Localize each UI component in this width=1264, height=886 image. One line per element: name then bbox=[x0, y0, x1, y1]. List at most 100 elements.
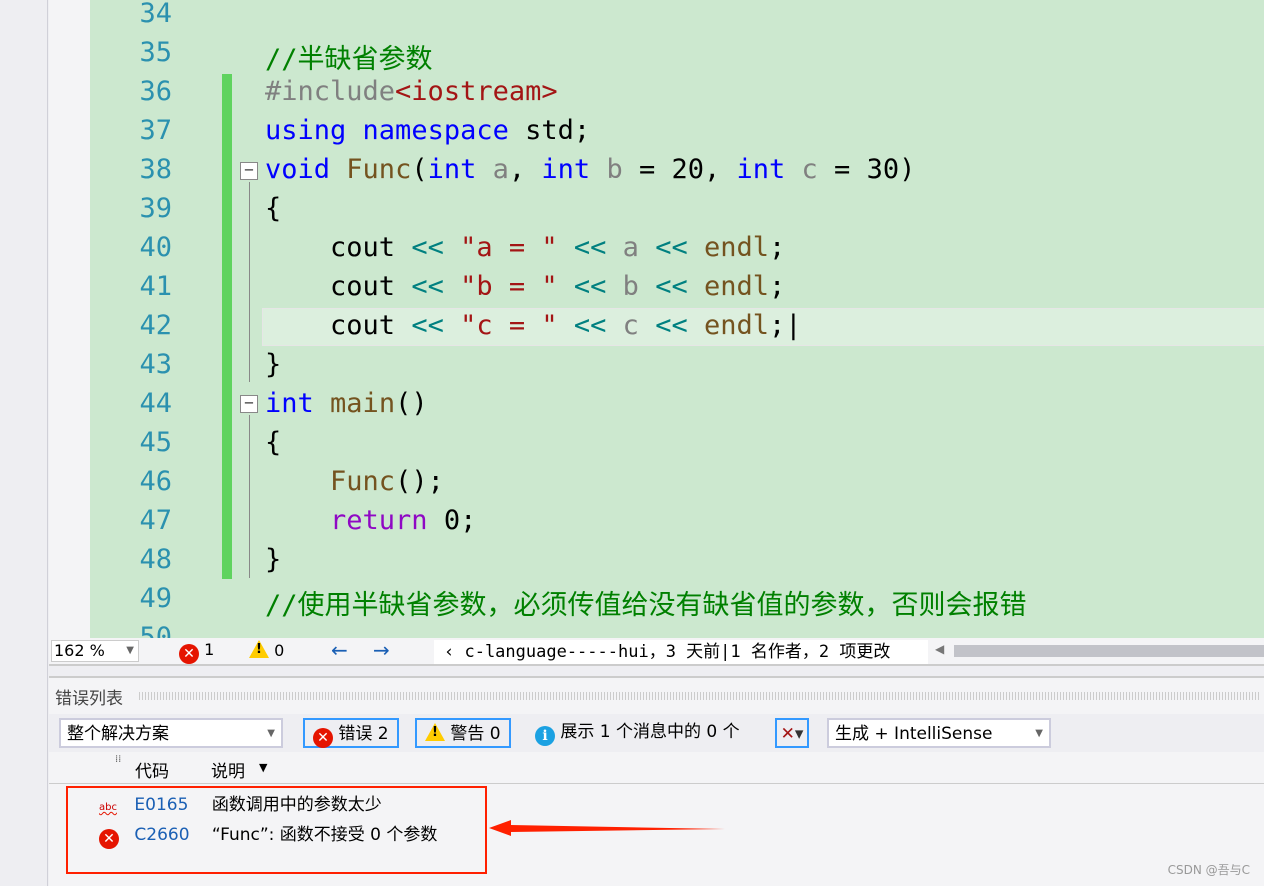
error-list-toolbar: 整个解决方案▼ ✕ 错误 2 警告 0 i 展示 1 个消息中的 0 个 ✕▾ … bbox=[49, 714, 1264, 752]
warning-icon bbox=[425, 723, 445, 741]
code-token: //半缺省参数 bbox=[265, 44, 433, 75]
line-number: 47 bbox=[139, 505, 172, 536]
panel-grip[interactable] bbox=[139, 692, 1259, 700]
warning-count[interactable]: 0 bbox=[249, 640, 284, 660]
chevron-down-icon: ▼ bbox=[267, 728, 275, 739]
code-token: } bbox=[265, 544, 282, 575]
errors-filter-button[interactable]: ✕ 错误 2 bbox=[303, 718, 399, 748]
code-token: (); bbox=[395, 466, 444, 497]
line-number: 49 bbox=[139, 583, 172, 614]
code-line[interactable]: } bbox=[265, 544, 281, 575]
code-line[interactable]: void Func(int a, int b = 20, int c = 30) bbox=[265, 154, 915, 185]
code-line[interactable]: return 0; bbox=[265, 505, 476, 536]
code-line[interactable]: using namespace std; bbox=[265, 115, 590, 146]
error-icon: ✕ bbox=[179, 644, 199, 664]
code-token: int bbox=[427, 154, 477, 185]
line-number: 50 bbox=[139, 622, 172, 638]
code-token: cout bbox=[265, 232, 412, 263]
line-number: 41 bbox=[139, 271, 172, 302]
code-line[interactable]: cout << "b = " << b << endl; bbox=[265, 271, 785, 302]
code-token: << bbox=[655, 232, 688, 263]
code-token: << bbox=[655, 271, 688, 302]
horizontal-scrollbar[interactable] bbox=[954, 645, 1264, 657]
zoom-select[interactable]: 162 % ▼ bbox=[51, 640, 139, 662]
line-number: 36 bbox=[139, 76, 172, 107]
code-line[interactable]: //使用半缺省参数，必须传值给没有缺省值的参数，否则会报错 bbox=[265, 583, 1027, 622]
code-token: c bbox=[785, 154, 818, 185]
warnings-filter-button[interactable]: 警告 0 bbox=[415, 718, 511, 748]
source-value: 生成 + IntelliSense bbox=[835, 724, 993, 744]
code-token: << bbox=[573, 271, 607, 302]
code-token: << bbox=[655, 310, 688, 341]
code-token: = 20, bbox=[622, 154, 737, 185]
code-editor[interactable]: − − 34 35 //半缺省参数 36 #include<iostream> 37 usi… bbox=[90, 0, 1264, 638]
code-token: << bbox=[573, 310, 607, 341]
code-token: = 30) bbox=[817, 154, 916, 185]
line-number: 38 bbox=[139, 154, 172, 185]
code-line[interactable]: Func(); bbox=[265, 466, 444, 497]
fold-toggle-main[interactable]: − bbox=[240, 395, 258, 413]
code-token: int bbox=[541, 154, 591, 185]
code-token: Func bbox=[330, 466, 396, 497]
filter-clear-icon: ✕▾ bbox=[780, 724, 804, 744]
error-count[interactable]: ✕ 1 bbox=[179, 640, 214, 664]
code-line[interactable]: { bbox=[265, 193, 281, 224]
code-token: //使用半缺省参数，必须传值给没有缺省值的参数，否则会报错 bbox=[265, 590, 1027, 621]
code-token: { bbox=[265, 193, 282, 224]
code-token: () bbox=[395, 388, 428, 419]
code-token: "c = " bbox=[443, 310, 558, 341]
scroll-left-icon[interactable]: ◀ bbox=[935, 642, 944, 656]
code-token: int bbox=[736, 154, 786, 185]
code-token: Func bbox=[346, 154, 412, 185]
code-token: << bbox=[411, 310, 444, 341]
code-line[interactable]: { bbox=[265, 427, 281, 458]
code-token: namespace bbox=[362, 115, 509, 146]
errors-label: 错误 2 bbox=[338, 724, 389, 744]
code-token: b bbox=[590, 154, 623, 185]
fold-line bbox=[249, 182, 250, 382]
column-code[interactable]: 代码 bbox=[135, 757, 169, 782]
code-token: << bbox=[573, 232, 607, 263]
gutter bbox=[49, 0, 90, 638]
code-token: ; bbox=[768, 232, 786, 263]
code-line[interactable]: //半缺省参数 bbox=[265, 37, 433, 76]
fold-toggle-func[interactable]: − bbox=[240, 162, 258, 180]
code-token: <iostream> bbox=[395, 76, 558, 107]
scope-select[interactable]: 整个解决方案 ▼ bbox=[59, 718, 283, 748]
git-codelens[interactable]: ‹ c-language-----hui，3 天前|1 名作者，2 项更改 bbox=[434, 640, 928, 664]
arrow-left-icon[interactable]: ← bbox=[331, 638, 348, 662]
sort-down-icon[interactable]: ▼ bbox=[259, 761, 267, 774]
column-description[interactable]: 说明 bbox=[211, 757, 245, 782]
column-chooser-icon[interactable]: ⁞⁞ bbox=[115, 754, 121, 765]
code-line[interactable]: #include<iostream> bbox=[265, 76, 558, 107]
annotation-arrow bbox=[489, 820, 725, 836]
code-token: } bbox=[265, 349, 282, 380]
arrow-right-icon[interactable]: → bbox=[373, 638, 390, 662]
code-token: c bbox=[606, 310, 656, 341]
code-token: 0; bbox=[427, 505, 477, 536]
code-token: ; bbox=[768, 271, 786, 302]
code-line[interactable]: } bbox=[265, 349, 281, 380]
code-token: "a = " bbox=[443, 232, 558, 263]
info-icon: i bbox=[535, 726, 555, 746]
code-line[interactable]: cout << "c = " << c << endl;| bbox=[265, 310, 801, 341]
messages-filter-button[interactable]: i 展示 1 个消息中的 0 个 bbox=[535, 718, 740, 748]
code-token: #include bbox=[265, 76, 396, 107]
line-number: 46 bbox=[139, 466, 172, 497]
line-number: 44 bbox=[139, 388, 172, 419]
code-line[interactable]: int main() bbox=[265, 388, 428, 419]
chevron-down-icon: ▼ bbox=[126, 645, 134, 656]
clear-filter-button[interactable]: ✕▾ bbox=[775, 718, 809, 748]
code-line[interactable]: cout << "a = " << a << endl; bbox=[265, 232, 785, 263]
line-number: 39 bbox=[139, 193, 172, 224]
code-token: endl bbox=[687, 232, 769, 263]
source-select[interactable]: 生成 + IntelliSense ▼ bbox=[827, 718, 1051, 748]
code-token: , bbox=[508, 154, 542, 185]
